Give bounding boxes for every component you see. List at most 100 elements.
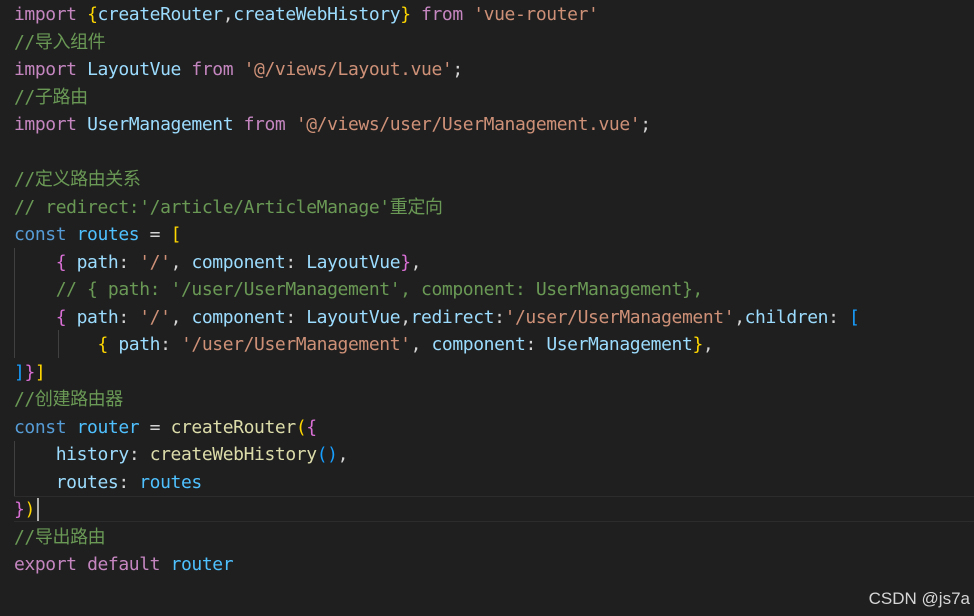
code-token: {	[306, 416, 317, 438]
code-token: :	[525, 334, 547, 355]
code-token: path	[66, 251, 119, 273]
code-token: router	[76, 416, 140, 438]
code-token: }	[692, 334, 703, 355]
code-token: component	[431, 334, 526, 355]
code-token: createRouter	[170, 416, 297, 438]
code-line[interactable]: //导出路由	[14, 524, 106, 551]
code-token: children	[744, 306, 829, 328]
code-token: export	[14, 554, 88, 575]
code-line[interactable]: import {createRouter,createWebHistory} f…	[14, 1, 599, 28]
code-token: ,	[410, 251, 422, 273]
code-token: :	[128, 444, 150, 465]
code-token: from	[233, 114, 296, 135]
code-token: import	[14, 4, 88, 25]
code-token: ,	[410, 334, 432, 355]
code-token: const	[14, 224, 77, 245]
code-token: createWebHistory	[233, 4, 401, 25]
code-line[interactable]: //创建路由器	[14, 386, 123, 413]
code-token: createRouter	[97, 4, 224, 25]
code-line[interactable]: { path: '/', component: LayoutVue},	[14, 249, 422, 276]
code-token: component	[191, 306, 286, 328]
code-line[interactable]: export default router	[14, 551, 234, 578]
code-token: [	[849, 306, 860, 328]
code-token: ,	[400, 306, 411, 328]
code-token: ,	[337, 444, 349, 465]
code-token: ,	[170, 251, 192, 273]
code-token: :	[828, 306, 849, 328]
code-line[interactable]: routes: routes	[14, 469, 203, 496]
code-line[interactable]: const routes = [	[14, 221, 181, 248]
code-token: //子路由	[14, 86, 88, 108]
code-token: from	[181, 59, 244, 80]
code-token: [	[170, 224, 182, 245]
code-line[interactable]: })	[14, 496, 35, 523]
code-token: createWebHistory	[149, 444, 317, 465]
code-token: }	[14, 499, 25, 520]
code-line[interactable]: import LayoutVue from '@/views/Layout.vu…	[14, 56, 463, 83]
code-token: LayoutVue	[306, 251, 401, 273]
code-line[interactable]: { path: '/user/UserManagement', componen…	[14, 331, 714, 358]
code-editor[interactable]: import {createRouter,createWebHistory} f…	[0, 0, 974, 616]
code-token: ,	[734, 306, 745, 328]
code-token: :	[494, 306, 505, 328]
code-token: '/user/UserManagement'	[181, 334, 411, 355]
code-token: redirect	[410, 306, 495, 328]
code-line[interactable]: //子路由	[14, 84, 88, 111]
code-token: ;	[640, 114, 651, 135]
code-token: ]	[34, 361, 46, 383]
code-token: ()	[316, 444, 338, 465]
code-line[interactable]: //定义路由关系	[14, 166, 141, 193]
code-token: )	[24, 499, 35, 520]
code-token: //导出路由	[14, 526, 106, 548]
code-token: // { path: '/user/UserManagement', compo…	[55, 279, 703, 300]
code-line[interactable]: { path: '/', component: LayoutVue,redire…	[14, 304, 860, 331]
code-token: {	[55, 251, 67, 273]
code-line[interactable]: // redirect:'/article/ArticleManage'重定向	[14, 194, 443, 221]
code-token: default	[87, 554, 171, 575]
code-line[interactable]: //导入组件	[14, 29, 106, 56]
code-token: (	[295, 416, 307, 438]
code-token: }	[400, 4, 411, 25]
code-token: import	[14, 114, 88, 135]
code-token: {	[55, 306, 67, 328]
code-token: routes	[139, 471, 202, 493]
code-line[interactable]: const router = createRouter({	[14, 414, 317, 441]
code-token: //导入组件	[14, 31, 106, 53]
code-token: :	[118, 251, 140, 273]
code-token: }	[24, 361, 35, 383]
code-token: ;	[452, 59, 463, 80]
code-line[interactable]: // { path: '/user/UserManagement', compo…	[14, 276, 703, 303]
code-token: history	[55, 444, 129, 465]
code-token: routes	[55, 471, 119, 493]
code-line[interactable]: history: createWebHistory(),	[14, 441, 349, 468]
code-token: '/'	[139, 251, 171, 273]
code-token: from	[410, 4, 474, 25]
code-token: UserManagement	[87, 114, 234, 135]
code-token: '@/views/user/UserManagement.vue'	[295, 114, 641, 135]
code-token: '@/views/Layout.vue'	[243, 59, 453, 80]
code-token: path	[66, 306, 119, 328]
code-token: ]	[14, 361, 25, 383]
code-token: :	[118, 306, 140, 328]
code-token: '/user/UserManagement'	[504, 306, 735, 328]
code-token: :	[285, 251, 307, 273]
code-token: //创建路由器	[14, 389, 123, 410]
code-token: =	[139, 224, 171, 245]
code-token: routes	[76, 224, 140, 245]
code-token: =	[139, 416, 171, 438]
code-line[interactable]: ]}]	[14, 359, 46, 386]
code-line[interactable]: import UserManagement from '@/views/user…	[14, 111, 651, 138]
watermark-label: CSDN @js7a	[868, 589, 970, 608]
code-token: const	[14, 416, 77, 438]
code-token: UserManagement	[546, 334, 693, 355]
code-token: ,	[222, 4, 234, 25]
code-token: :	[118, 471, 140, 493]
code-token: 'vue-router'	[473, 4, 599, 25]
code-token: ,	[702, 334, 714, 355]
text-cursor	[37, 498, 39, 521]
